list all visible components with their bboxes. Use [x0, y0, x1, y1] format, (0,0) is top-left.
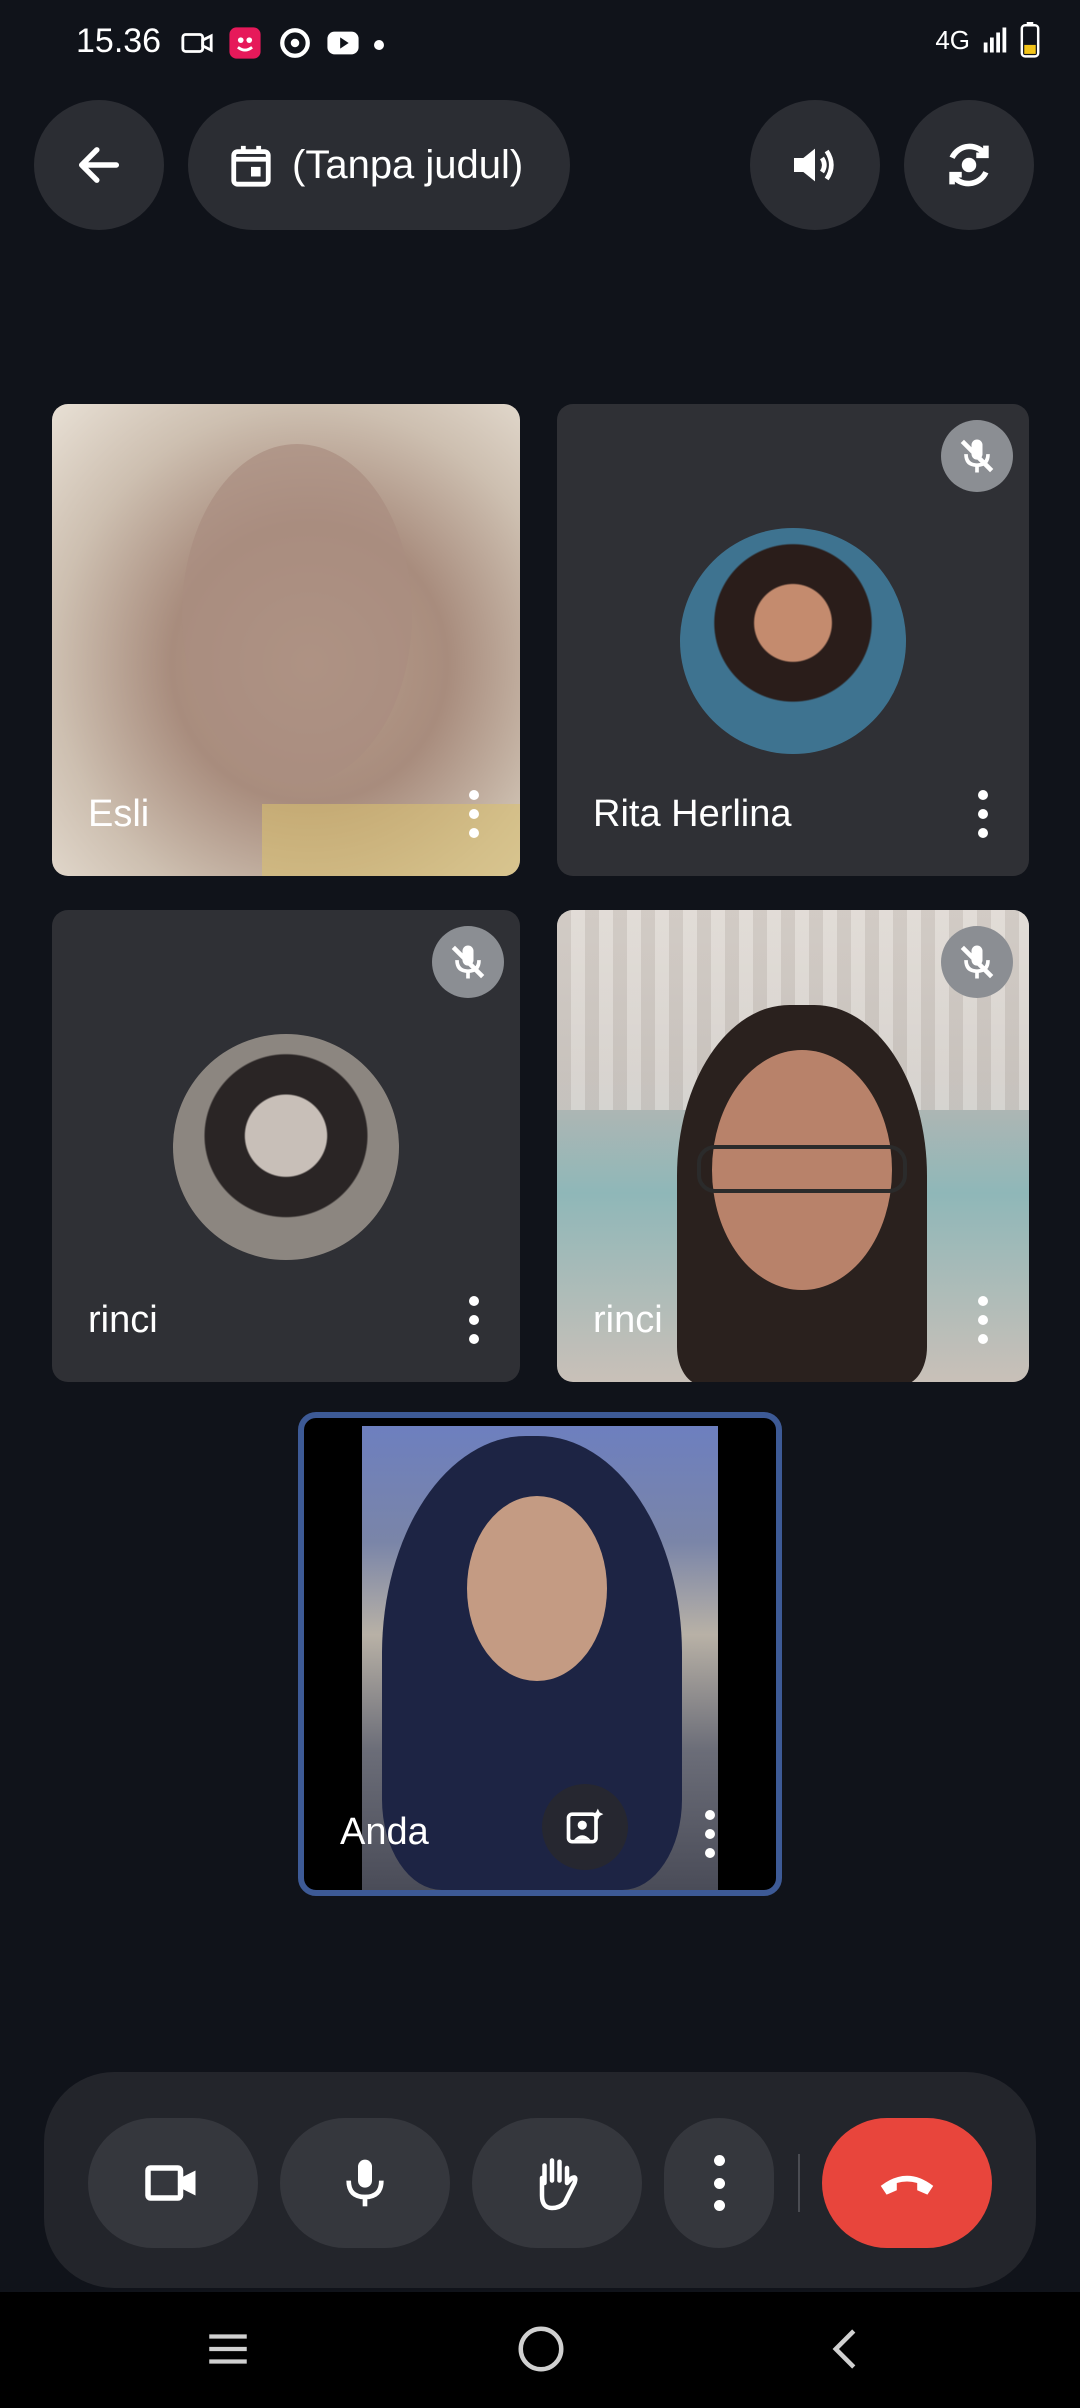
participant-video [182, 444, 412, 784]
youtube-icon [327, 31, 359, 55]
meeting-info-button[interactable]: (Tanpa judul) [188, 100, 570, 230]
back-icon[interactable] [820, 2322, 874, 2376]
video-record-icon [181, 33, 213, 53]
more-vert-icon[interactable] [454, 1290, 494, 1350]
more-vert-icon[interactable] [963, 1290, 1003, 1350]
end-call-icon [880, 2175, 934, 2195]
self-video-face [467, 1496, 607, 1681]
mic-off-icon [941, 420, 1013, 492]
switch-camera-icon [949, 143, 989, 187]
notification-dot [374, 40, 384, 50]
audio-output-button[interactable] [750, 100, 880, 230]
network-type: 4G [935, 24, 970, 55]
mic-toggle-button[interactable] [280, 2118, 450, 2248]
participant-name: Anda [340, 1811, 429, 1853]
switch-camera-button[interactable] [904, 100, 1034, 230]
signal-icon [983, 27, 1007, 53]
participant-name: rinci [593, 1299, 663, 1341]
participant-tile[interactable]: rinci [557, 910, 1029, 1382]
participant-name: Esli [88, 793, 150, 835]
controls-divider [798, 2154, 800, 2212]
participant-video-glasses [697, 1145, 907, 1193]
end-call-button[interactable] [822, 2118, 992, 2248]
participant-name: Rita Herlina [593, 793, 792, 835]
raise-hand-button[interactable] [472, 2118, 642, 2248]
status-right: 4G [935, 22, 1040, 58]
self-view-tile[interactable]: Anda [298, 1412, 782, 1896]
camera-icon [145, 2165, 196, 2201]
mic-icon [346, 2159, 384, 2207]
more-vert-icon[interactable] [454, 784, 494, 844]
back-button[interactable] [34, 100, 164, 230]
status-time: 15.36 [76, 22, 162, 60]
avatar [680, 528, 906, 754]
back-arrow-icon [78, 147, 120, 183]
participant-name: rinci [88, 1299, 158, 1341]
avatar [173, 1034, 399, 1260]
more-vert-icon[interactable] [690, 1804, 730, 1864]
participant-tile[interactable]: Rita Herlina [557, 404, 1029, 876]
meeting-title: (Tanpa judul) [292, 142, 524, 187]
app-notification-icon [229, 27, 261, 59]
camera-toggle-button[interactable] [88, 2118, 258, 2248]
participant-tile[interactable]: rinci [52, 910, 520, 1382]
battery-icon [1020, 22, 1040, 58]
home-icon[interactable] [514, 2320, 568, 2378]
speaker-icon [794, 148, 834, 182]
hand-icon [539, 2158, 578, 2211]
more-options-button[interactable] [664, 2118, 774, 2248]
effects-icon [566, 1808, 604, 1844]
location-icon [280, 28, 310, 58]
more-vert-icon[interactable] [963, 784, 1003, 844]
calendar-icon [231, 145, 271, 187]
mic-off-icon [432, 926, 504, 998]
mic-off-icon [941, 926, 1013, 998]
effects-button[interactable] [542, 1784, 628, 1870]
menu-icon[interactable] [200, 2324, 256, 2374]
more-vert-icon [713, 2155, 725, 2211]
participant-tile[interactable]: Esli [52, 404, 520, 876]
